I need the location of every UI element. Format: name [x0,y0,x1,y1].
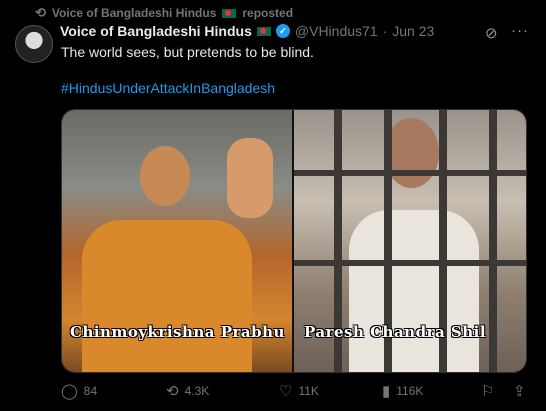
avatar[interactable] [15,25,53,63]
reply-count: 84 [83,384,98,398]
repost-account-name[interactable]: Voice of Bangladeshi Hindus [52,6,216,20]
share-icon: ⇪ [513,383,526,400]
photo-right[interactable]: Paresh Chandra Shil [294,110,526,372]
share-button[interactable]: ⇪ [513,382,526,400]
repost-icon: ⟲ [166,383,179,400]
photo-left[interactable]: Chinmoykrishna Prabhu [62,110,292,372]
display-name[interactable]: Voice of Bangladeshi Hindus [60,23,252,39]
bars-graphic [489,110,497,372]
like-count: 11K [298,384,319,398]
caption-right: Paresh Chandra Shil [304,323,487,341]
caption-left: Chinmoykrishna Prabhu [70,323,285,341]
views-icon: ▮ [382,383,391,400]
bars-graphic [294,260,526,266]
hashtag-link[interactable]: #HindusUnderAttackInBangladesh [61,80,275,96]
bookmark-button[interactable]: ⚐ [481,382,494,400]
photo-figure [349,210,479,372]
reply-icon: ◯ [61,383,78,400]
repost-suffix: reposted [242,6,294,20]
separator: · [382,23,388,39]
like-button[interactable]: ♡ 11K [279,382,319,400]
verified-badge-icon: ✓ [275,24,290,38]
bars-graphic [294,170,526,176]
post-text: The world sees, but pretends to be blind… [61,44,314,60]
post-date[interactable]: Jun 23 [392,23,434,39]
repost-button[interactable]: ⟲ 4.3K [166,382,209,400]
bangladesh-flag-icon [222,8,237,18]
more-options-icon[interactable]: ··· [511,22,529,39]
photo-figure [384,118,439,188]
grok-icon[interactable]: ⊘ [485,24,498,42]
reply-button[interactable]: ◯ 84 [61,382,97,400]
post-header: Voice of Bangladeshi Hindus ✓ @VHindus71… [60,23,434,39]
handle[interactable]: @VHindus71 [295,23,378,39]
views-count: 116K [396,384,424,398]
photo-figure [227,138,273,218]
photo-figure [140,146,190,206]
post-media[interactable]: Chinmoykrishna Prabhu Paresh Chandra Shi… [61,109,527,373]
repost-count: 4.3K [184,384,210,398]
bookmark-icon: ⚐ [481,383,495,400]
views-button[interactable]: ▮ 116K [382,382,423,400]
repost-indicator[interactable]: ⟲ Voice of Bangladeshi Hindus reposted [35,5,293,21]
bangladesh-flag-icon [256,26,271,36]
heart-icon: ♡ [279,383,293,400]
repost-icon: ⟲ [35,5,46,20]
photo-figure [82,220,252,372]
action-bar: ◯ 84 ⟲ 4.3K ♡ 11K ▮ 116K ⚐ ⇪ [61,382,531,402]
